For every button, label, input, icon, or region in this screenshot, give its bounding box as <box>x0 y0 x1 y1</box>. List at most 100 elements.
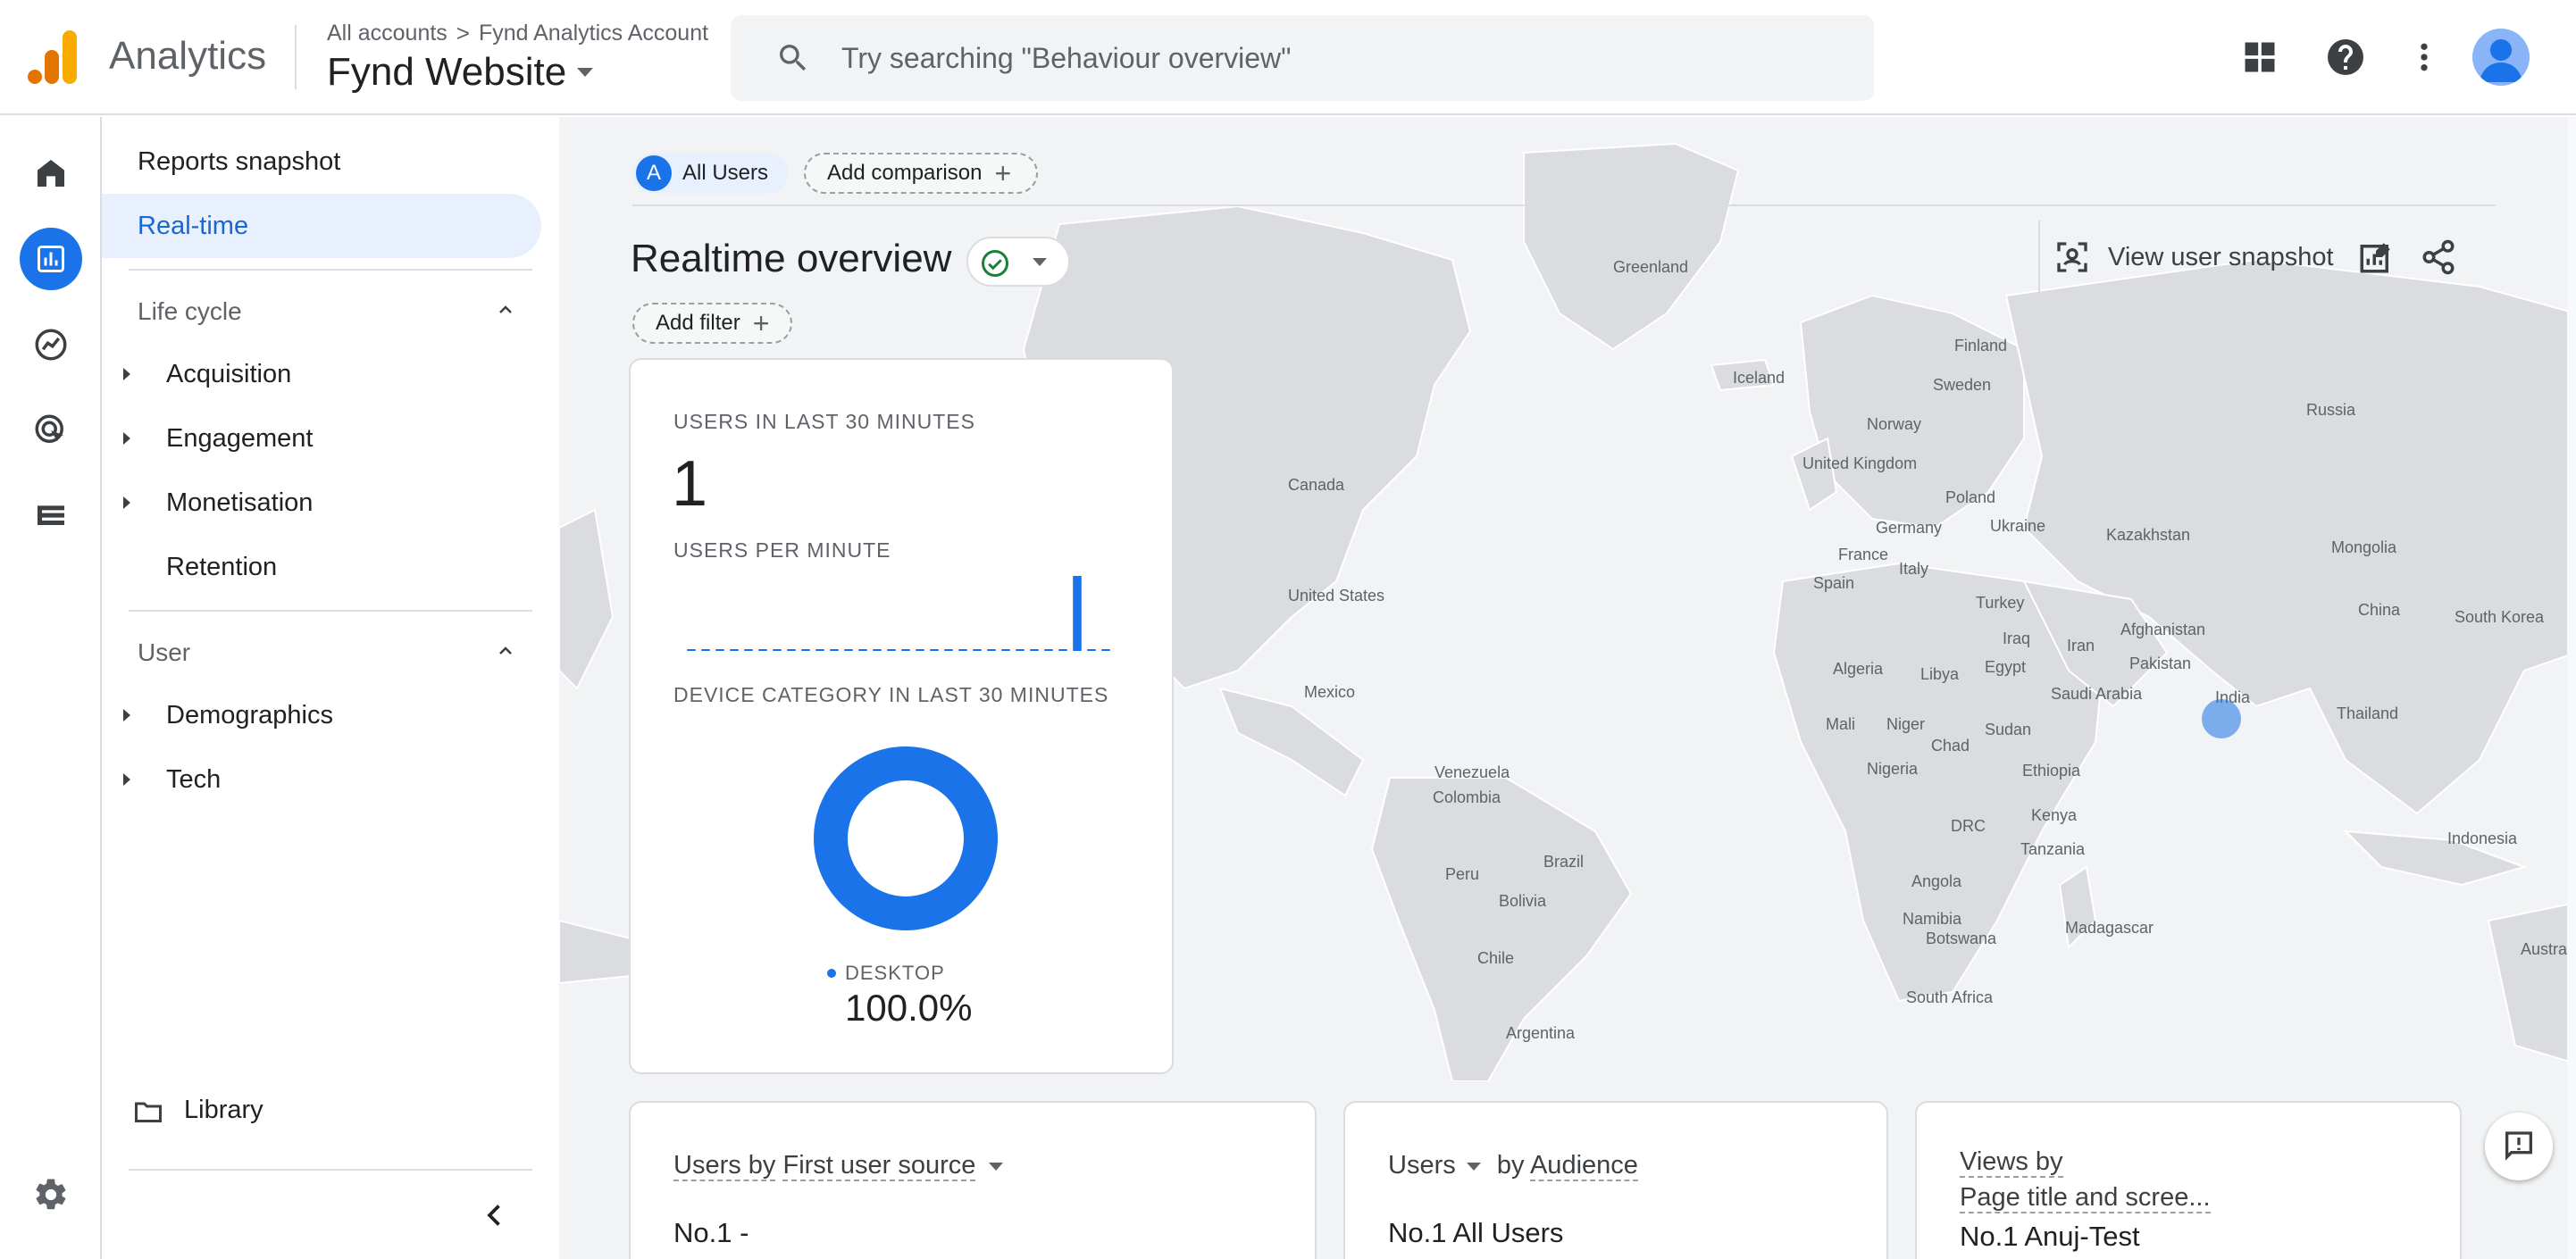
advertising-icon[interactable] <box>20 399 82 462</box>
nav-library[interactable]: Library <box>184 1096 263 1125</box>
breadcrumb[interactable]: All accounts > Fynd Analytics Account <box>327 20 708 47</box>
nav-item-engagement[interactable]: Engagement <box>166 424 313 454</box>
metric-selector[interactable]: Views by <box>1960 1147 2063 1178</box>
users-per-minute-chart[interactable] <box>684 574 1113 651</box>
chart-bar[interactable] <box>873 649 882 651</box>
chart-bar[interactable] <box>1101 649 1110 651</box>
map-label: Ethiopia <box>2022 762 2081 780</box>
user-snapshot-icon[interactable] <box>2054 239 2090 275</box>
chart-bar[interactable] <box>1030 649 1039 651</box>
map-label: Italy <box>1899 560 1928 578</box>
view-user-snapshot-button[interactable]: View user snapshot <box>2108 243 2334 272</box>
customize-report-icon[interactable] <box>2357 238 2395 276</box>
chart-bar[interactable] <box>1001 649 1010 651</box>
more-vert-icon[interactable] <box>2397 30 2451 84</box>
search-input[interactable] <box>841 35 1842 81</box>
expand-arrow-icon[interactable] <box>123 432 130 445</box>
nav-item-acquisition[interactable]: Acquisition <box>166 360 291 389</box>
reports-icon[interactable] <box>20 228 82 290</box>
nav-item-tech[interactable]: Tech <box>166 765 221 795</box>
dimension-selector[interactable]: Page title and scree... <box>1960 1183 2211 1213</box>
chart-bar[interactable] <box>901 649 910 651</box>
configure-icon[interactable] <box>20 485 82 547</box>
plus-icon: + <box>752 306 770 339</box>
caret-down-icon[interactable] <box>988 1162 1003 1171</box>
chart-bar[interactable] <box>987 649 996 651</box>
nav-item-demographics[interactable]: Demographics <box>166 701 333 730</box>
chart-bar[interactable] <box>1087 649 1096 651</box>
chevron-up-icon[interactable] <box>495 640 516 662</box>
app-name: Analytics <box>109 34 267 78</box>
expand-arrow-icon[interactable] <box>123 368 130 380</box>
map-label: Colombia <box>1433 788 1501 806</box>
avatar[interactable] <box>2472 29 2530 86</box>
map-label: Canada <box>1288 476 1345 494</box>
section-user[interactable]: User <box>138 638 190 667</box>
expand-arrow-icon[interactable] <box>123 773 130 786</box>
chart-bar[interactable] <box>730 649 739 651</box>
scrollbar[interactable] <box>2567 117 2576 1259</box>
chart-bar[interactable] <box>744 649 753 651</box>
expand-arrow-icon[interactable] <box>123 496 130 509</box>
analytics-logo-icon[interactable] <box>27 30 79 84</box>
share-icon[interactable] <box>2420 238 2457 276</box>
property-selector[interactable]: Fynd Website <box>327 50 594 95</box>
chart-bar[interactable] <box>715 649 724 651</box>
chart-bar[interactable] <box>858 649 867 651</box>
chart-bar[interactable] <box>1044 649 1053 651</box>
chart-bar[interactable] <box>844 649 853 651</box>
user-location-dot[interactable] <box>2202 699 2241 738</box>
nav-realtime[interactable]: Real-time <box>102 194 541 258</box>
chart-bar[interactable] <box>887 649 896 651</box>
data-status-dropdown[interactable] <box>966 237 1070 287</box>
chart-bar[interactable] <box>958 649 967 651</box>
chart-bar[interactable] <box>916 649 924 651</box>
chart-bar[interactable] <box>815 649 824 651</box>
chart-bar[interactable] <box>973 649 982 651</box>
map-label: Mongolia <box>2331 538 2397 556</box>
add-filter-button[interactable]: Add filter + <box>632 303 793 344</box>
chart-bar[interactable] <box>773 649 782 651</box>
search-bar[interactable] <box>731 15 1874 101</box>
chart-bar[interactable] <box>801 649 810 651</box>
chart-bar[interactable] <box>944 649 953 651</box>
expand-arrow-icon[interactable] <box>123 709 130 721</box>
chevron-left-icon[interactable] <box>479 1199 511 1231</box>
chart-bar[interactable] <box>758 649 767 651</box>
map-label: Namibia <box>1903 910 1962 928</box>
caret-down-icon[interactable] <box>1466 1162 1481 1171</box>
feedback-button[interactable] <box>2485 1113 2553 1180</box>
chart-bar[interactable] <box>1073 576 1082 651</box>
dimension-selector[interactable]: Audience <box>1529 1151 1638 1181</box>
nav-reports-snapshot[interactable]: Reports snapshot <box>138 147 340 177</box>
metric-selector[interactable]: Users by <box>673 1151 776 1181</box>
map-label: Chile <box>1477 949 1514 967</box>
chart-bar[interactable] <box>1016 649 1025 651</box>
top-row: No.1 - <box>673 1217 749 1248</box>
metric-selector[interactable]: Users <box>1388 1151 1456 1180</box>
property-name: Fynd Website <box>327 50 567 94</box>
chart-bar[interactable] <box>787 649 796 651</box>
breadcrumb-root[interactable]: All accounts <box>327 21 447 46</box>
all-users-chip[interactable]: A All Users <box>632 153 788 194</box>
donut-slice[interactable] <box>814 746 998 930</box>
chart-bar[interactable] <box>687 649 696 651</box>
chart-bar[interactable] <box>1058 649 1067 651</box>
map-label: Russia <box>2306 401 2356 419</box>
breadcrumb-account[interactable]: Fynd Analytics Account <box>479 21 708 46</box>
chart-bar[interactable] <box>701 649 710 651</box>
add-comparison-button[interactable]: Add comparison + <box>804 153 1038 194</box>
home-icon[interactable] <box>20 142 82 204</box>
nav-item-monetisation[interactable]: Monetisation <box>166 488 313 518</box>
apps-grid-icon[interactable] <box>2233 30 2287 84</box>
explore-icon[interactable] <box>20 313 82 376</box>
dimension-selector[interactable]: First user source <box>782 1151 976 1181</box>
gear-icon[interactable] <box>20 1163 82 1226</box>
device-category-donut[interactable] <box>813 746 999 931</box>
chart-bar[interactable] <box>830 649 839 651</box>
nav-item-retention[interactable]: Retention <box>166 553 277 582</box>
chart-bar[interactable] <box>930 649 939 651</box>
chevron-up-icon[interactable] <box>495 299 516 321</box>
section-lifecycle[interactable]: Life cycle <box>138 297 242 326</box>
help-icon[interactable] <box>2319 30 2372 84</box>
